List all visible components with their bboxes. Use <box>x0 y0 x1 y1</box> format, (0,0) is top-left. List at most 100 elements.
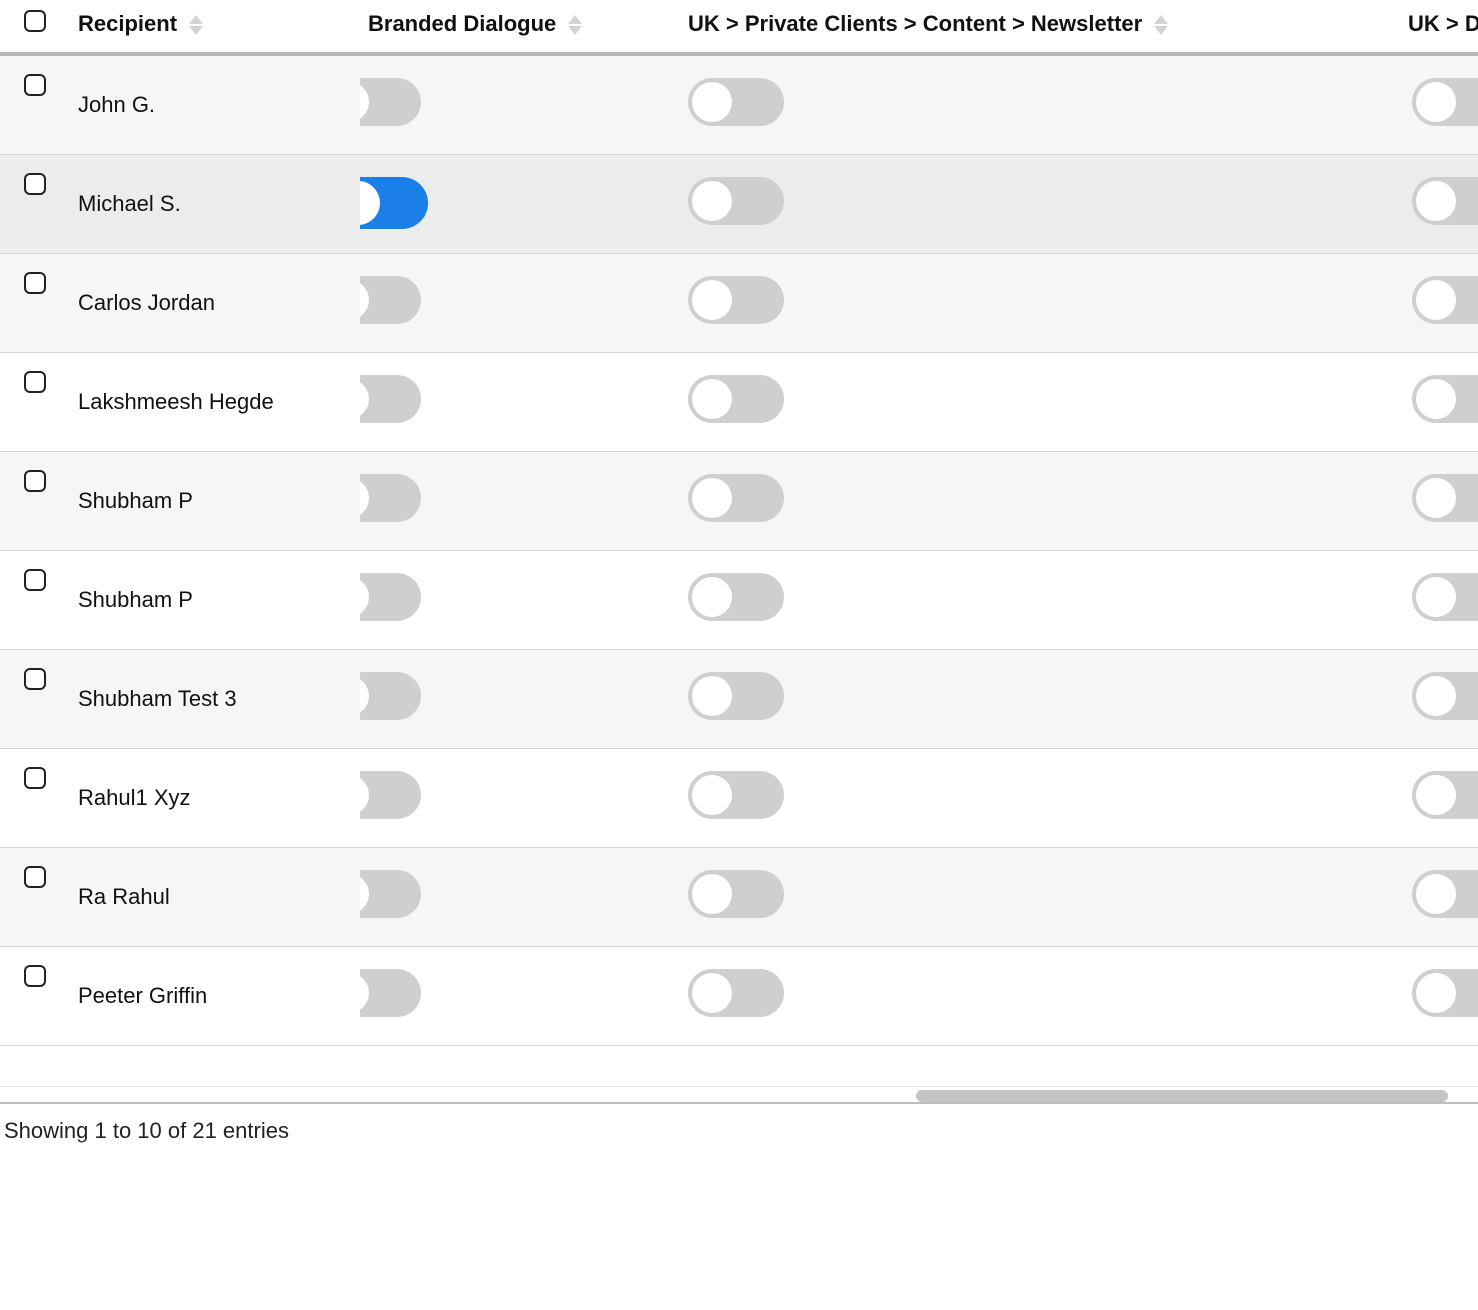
dfm-toggle[interactable] <box>1412 276 1478 324</box>
sort-icon <box>568 15 582 35</box>
toggle-knob <box>692 181 732 221</box>
recipient-name: John G. <box>78 92 155 117</box>
table-header-row: Recipient Branded Dialogue UK > Private … <box>0 0 1478 54</box>
dfm-toggle[interactable] <box>1412 474 1478 522</box>
recipient-name: Ra Rahul <box>78 884 170 909</box>
branded-dialogue-toggle[interactable] <box>360 870 421 918</box>
horizontal-scrollbar[interactable] <box>0 1086 1478 1104</box>
newsletter-toggle[interactable] <box>688 78 784 126</box>
row-select-checkbox[interactable] <box>24 767 46 789</box>
row-select-checkbox[interactable] <box>24 668 46 690</box>
toggle-knob <box>692 82 732 122</box>
toggle-knob <box>1416 973 1456 1013</box>
dfm-cell <box>1400 749 1478 848</box>
branded-dialogue-cell <box>360 650 680 749</box>
newsletter-cell <box>680 749 1400 848</box>
recipient-name: Shubham P <box>78 488 193 513</box>
row-select-checkbox[interactable] <box>24 74 46 96</box>
dfm-cell <box>1400 551 1478 650</box>
column-header-recipient[interactable]: Recipient <box>70 0 360 54</box>
row-select-cell <box>0 551 70 650</box>
dfm-toggle[interactable] <box>1412 177 1478 225</box>
toggle-knob <box>692 676 732 716</box>
toggle-knob <box>360 973 369 1013</box>
toggle-knob <box>692 478 732 518</box>
branded-dialogue-cell <box>360 54 680 155</box>
branded-dialogue-toggle[interactable] <box>360 573 421 621</box>
dfm-toggle[interactable] <box>1412 375 1478 423</box>
table-info: Showing 1 to 10 of 21 entries <box>0 1104 1478 1144</box>
column-header-branded[interactable]: Branded Dialogue <box>360 0 680 54</box>
newsletter-toggle[interactable] <box>688 474 784 522</box>
dfm-toggle[interactable] <box>1412 870 1478 918</box>
row-select-checkbox[interactable] <box>24 173 46 195</box>
recipients-table-wrap: Recipient Branded Dialogue UK > Private … <box>0 0 1478 1104</box>
newsletter-cell <box>680 54 1400 155</box>
newsletter-toggle[interactable] <box>688 276 784 324</box>
branded-dialogue-toggle[interactable] <box>360 969 421 1017</box>
toggle-knob <box>1416 280 1456 320</box>
scrollbar-thumb[interactable] <box>916 1090 1448 1102</box>
row-select-checkbox[interactable] <box>24 569 46 591</box>
newsletter-cell <box>680 650 1400 749</box>
newsletter-cell <box>680 353 1400 452</box>
branded-dialogue-toggle[interactable] <box>360 177 428 229</box>
row-select-cell <box>0 947 70 1046</box>
branded-dialogue-toggle[interactable] <box>360 375 421 423</box>
dfm-toggle[interactable] <box>1412 969 1478 1017</box>
newsletter-toggle[interactable] <box>688 177 784 225</box>
newsletter-cell <box>680 551 1400 650</box>
column-header-dfm[interactable]: UK > DFM <box>1400 0 1478 54</box>
dfm-cell <box>1400 650 1478 749</box>
dfm-toggle[interactable] <box>1412 573 1478 621</box>
branded-dialogue-toggle[interactable] <box>360 474 421 522</box>
recipients-table: Recipient Branded Dialogue UK > Private … <box>0 0 1478 1046</box>
recipients-tbody: John G.Michael S.Carlos JordanLakshmeesh… <box>0 54 1478 1046</box>
select-all-checkbox[interactable] <box>24 10 46 32</box>
toggle-knob <box>1416 775 1456 815</box>
branded-dialogue-toggle[interactable] <box>360 771 421 819</box>
table-row: Michael S. <box>0 155 1478 254</box>
table-row: Rahul1 Xyz <box>0 749 1478 848</box>
branded-dialogue-cell <box>360 254 680 353</box>
row-select-checkbox[interactable] <box>24 965 46 987</box>
branded-dialogue-toggle[interactable] <box>360 672 421 720</box>
row-select-checkbox[interactable] <box>24 470 46 492</box>
row-select-checkbox[interactable] <box>24 272 46 294</box>
newsletter-toggle[interactable] <box>688 573 784 621</box>
branded-dialogue-cell <box>360 452 680 551</box>
recipient-cell: Shubham P <box>70 452 360 551</box>
row-select-cell <box>0 155 70 254</box>
sort-icon <box>189 15 203 35</box>
dfm-cell <box>1400 54 1478 155</box>
toggle-knob <box>692 379 732 419</box>
toggle-knob <box>1416 181 1456 221</box>
toggle-knob <box>1416 577 1456 617</box>
recipient-name: Shubham P <box>78 587 193 612</box>
newsletter-toggle[interactable] <box>688 870 784 918</box>
column-header-newsletter[interactable]: UK > Private Clients > Content > Newslet… <box>680 0 1400 54</box>
recipient-cell: Shubham P <box>70 551 360 650</box>
toggle-knob <box>1416 676 1456 716</box>
dfm-toggle[interactable] <box>1412 771 1478 819</box>
newsletter-toggle[interactable] <box>688 672 784 720</box>
dfm-cell <box>1400 353 1478 452</box>
row-select-checkbox[interactable] <box>24 866 46 888</box>
toggle-knob <box>692 577 732 617</box>
table-row: Shubham P <box>0 551 1478 650</box>
row-select-checkbox[interactable] <box>24 371 46 393</box>
recipient-cell: Lakshmeesh Hegde <box>70 353 360 452</box>
newsletter-toggle[interactable] <box>688 771 784 819</box>
newsletter-toggle[interactable] <box>688 375 784 423</box>
recipient-name: Rahul1 Xyz <box>78 785 191 810</box>
table-row: John G. <box>0 54 1478 155</box>
dfm-toggle[interactable] <box>1412 672 1478 720</box>
branded-dialogue-cell <box>360 947 680 1046</box>
recipient-name: Shubham Test 3 <box>78 686 237 711</box>
select-all-header <box>0 0 70 54</box>
branded-dialogue-toggle[interactable] <box>360 78 421 126</box>
recipient-cell: Rahul1 Xyz <box>70 749 360 848</box>
newsletter-toggle[interactable] <box>688 969 784 1017</box>
branded-dialogue-toggle[interactable] <box>360 276 421 324</box>
dfm-toggle[interactable] <box>1412 78 1478 126</box>
